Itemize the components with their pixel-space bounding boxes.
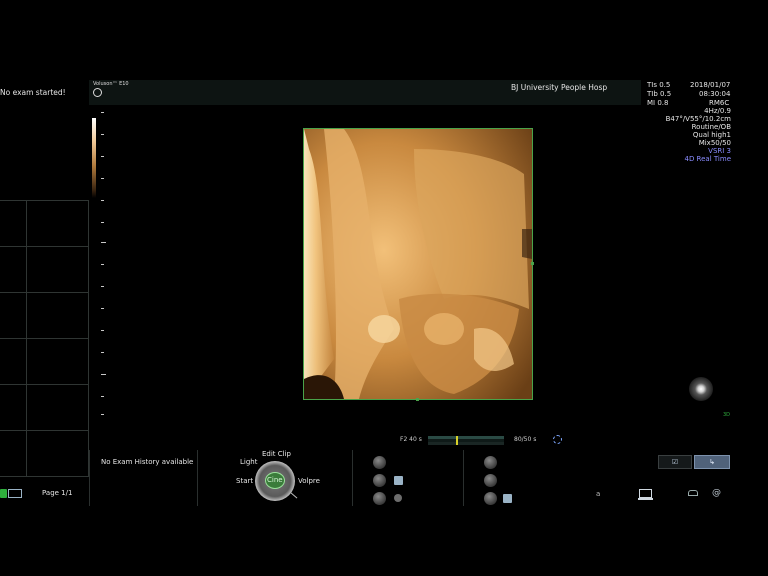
hospital-name: BJ University People Hosp [511, 83, 608, 92]
tab-report[interactable]: ☑ [658, 455, 692, 469]
page-indicator: Page 1/1 [42, 489, 73, 497]
soft-key-c2[interactable] [373, 474, 386, 487]
cine-wheel[interactable]: Cine [255, 461, 295, 501]
tab-measurement[interactable]: ↳ [694, 455, 730, 469]
save-icon-2[interactable] [503, 494, 512, 503]
green-status-indicator [0, 489, 7, 498]
monitor-icon[interactable] [639, 489, 652, 498]
save-icon[interactable] [394, 476, 403, 485]
mi-value: MI 0.8 [647, 99, 669, 107]
light-source-icon[interactable] [689, 377, 713, 401]
soft-key-c5[interactable] [484, 474, 497, 487]
render-box-marker-bottom [416, 398, 419, 401]
logo-text: Voluson™ E10 [93, 81, 129, 87]
monitor-stand [638, 498, 653, 500]
exam-status-text: No exam started! [0, 88, 66, 97]
soft-key-c3[interactable] [373, 492, 386, 505]
keyboard-icon[interactable] [8, 489, 22, 498]
fetal-volume-image [304, 129, 532, 399]
volume-render-view[interactable] [303, 128, 533, 400]
cine-right-label: 80/50 s [514, 436, 537, 443]
exam-history-text: No Exam History available [101, 458, 194, 466]
at-sign-icon[interactable]: @ [712, 489, 721, 498]
depth-ruler [101, 112, 109, 422]
voluson-logo-icon [93, 88, 102, 97]
exam-date: 2018/01/07 [690, 81, 731, 89]
wheel-pointer [290, 492, 298, 499]
soft-key-c4[interactable] [484, 456, 497, 469]
wheel-label-left-upper: Light [240, 458, 258, 466]
tis-value: TIs 0.5 [647, 81, 671, 89]
cine-bar[interactable] [428, 436, 504, 445]
cine-left-label: F2 40 s [400, 436, 422, 443]
separator [89, 450, 90, 506]
wheel-label-left: Start [236, 477, 254, 485]
imaging-parameters: 4Hz/0.9 B47°/V55°/10.2cm Routine/OB Qual… [666, 108, 731, 164]
cine-position-marker[interactable] [456, 436, 459, 445]
grayscale-bar [92, 118, 96, 198]
param-mode: 4D Real Time [684, 155, 731, 163]
volume-mode-label: 3D [723, 412, 731, 418]
separator [197, 450, 198, 506]
loop-icon[interactable] [553, 435, 562, 444]
separator [463, 450, 464, 506]
left-grid [0, 200, 89, 477]
soft-key-c6[interactable] [484, 492, 497, 505]
soft-key-c1[interactable] [373, 456, 386, 469]
separator [352, 450, 353, 506]
record-icon[interactable] [394, 494, 402, 502]
probe-name: RM6C [709, 99, 730, 107]
render-box-marker-right [531, 262, 534, 265]
phone-icon[interactable] [688, 490, 698, 496]
wheel-label-right: Volpre [298, 477, 320, 485]
tib-value: TIb 0.5 [647, 90, 672, 98]
wheel-center-label: Cine [267, 476, 283, 484]
exam-time: 08:30:04 [699, 90, 731, 98]
small-letter: a [596, 490, 601, 498]
wheel-label-top: Edit Clip [262, 450, 292, 458]
